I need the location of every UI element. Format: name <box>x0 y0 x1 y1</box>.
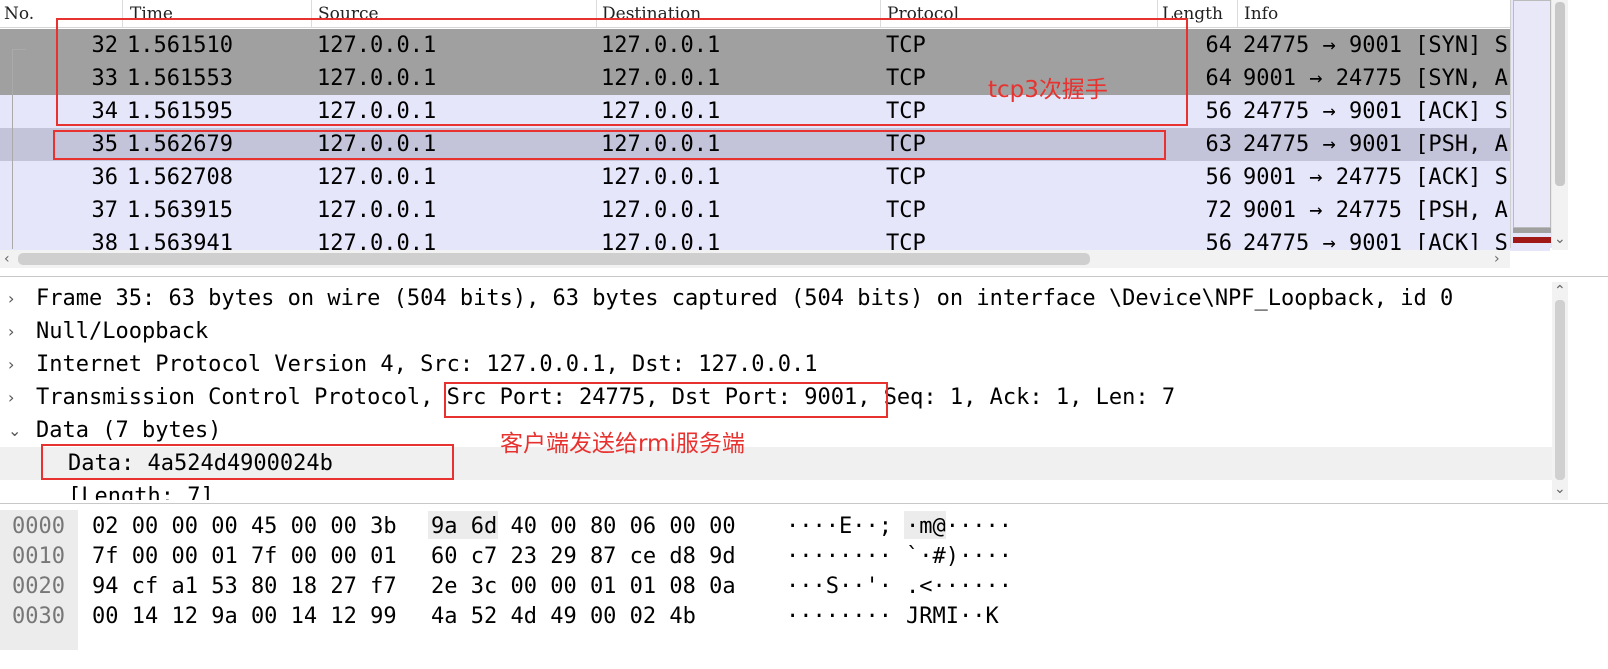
packet35-highlight-box <box>53 130 1166 160</box>
byte-offset: 0000 <box>12 514 65 539</box>
hex-bytes: 2e 3c 00 00 01 01 08 0a <box>431 574 736 599</box>
byte-offset: 0020 <box>12 574 65 599</box>
packet-list-hscrollbar[interactable]: ‹ › <box>0 250 1510 268</box>
minimap-marker <box>1513 237 1551 243</box>
expand-icon[interactable]: › <box>8 315 22 348</box>
pane-splitter[interactable] <box>0 276 1608 277</box>
ascii-bytes: ········ <box>786 604 892 629</box>
detail-text: Frame 35: 63 bytes on wire (504 bits), 6… <box>36 286 1454 311</box>
scroll-left-icon[interactable]: ‹ <box>4 252 10 266</box>
scroll-thumb[interactable] <box>18 253 1090 265</box>
hex-bytes: 00 14 12 9a 00 14 12 99 <box>92 604 397 629</box>
packet-info: 24775 → 9001 [SYN] S <box>1243 33 1508 58</box>
packet-row[interactable]: 38 1.563941 127.0.0.1 127.0.0.1 TCP 56 2… <box>0 227 1550 251</box>
ascii-bytes: ····E··; <box>786 514 892 539</box>
ports-highlight-box <box>444 382 888 418</box>
expand-icon[interactable]: › <box>8 381 22 414</box>
ascii-bytes: .<······ <box>906 574 1012 599</box>
packet-info: 24775 → 9001 [PSH, A <box>1243 132 1508 157</box>
detail-text: Data (7 bytes) <box>36 418 222 443</box>
minimap-viewport <box>1513 0 1551 228</box>
packet-length: 72 <box>1205 198 1233 223</box>
scroll-down-icon[interactable]: ⌄ <box>1554 482 1566 496</box>
scroll-right-icon[interactable]: › <box>1494 252 1500 266</box>
detail-row-loopback[interactable]: › Null/Loopback <box>0 315 1552 348</box>
packet-list-vscrollbar[interactable]: ⌄ <box>1552 0 1568 250</box>
scroll-up-icon[interactable]: ⌃ <box>1554 284 1566 298</box>
ascii-bytes: ···S··'· <box>786 574 892 599</box>
packet-info: 9001 → 24775 [ACK] S <box>1243 165 1508 190</box>
packet-minimap[interactable] <box>1510 0 1552 248</box>
bytes-row[interactable]: 0000 02 00 00 00 45 00 00 3b 9a 6d 40 00… <box>0 512 1560 542</box>
scroll-thumb[interactable] <box>1555 300 1565 480</box>
conversation-line <box>12 49 13 249</box>
hex-bytes: 7f 00 00 01 7f 00 00 01 <box>92 544 397 569</box>
expand-icon[interactable]: › <box>8 348 22 381</box>
packet-bytes[interactable]: 0000 02 00 00 00 45 00 00 3b 9a 6d 40 00… <box>0 510 1608 658</box>
packet-info: 24775 → 9001 [ACK] S <box>1243 231 1508 251</box>
bytes-row[interactable]: 0030 00 14 12 9a 00 14 12 99 4a 52 4d 49… <box>0 602 1560 632</box>
detail-text: Internet Protocol Version 4, Src: 127.0.… <box>36 352 818 377</box>
scroll-thumb[interactable] <box>1555 2 1565 186</box>
detail-row-data[interactable]: ⌄ Data (7 bytes) <box>0 414 1552 447</box>
expand-icon[interactable]: › <box>8 282 22 315</box>
ascii-bytes: ········ <box>786 544 892 569</box>
packet-info: 9001 → 24775 [PSH, A <box>1243 198 1508 223</box>
hex-bytes: 4a 52 4d 49 00 02 4b <box>431 604 696 629</box>
byte-offset: 0010 <box>12 544 65 569</box>
col-no[interactable]: No. <box>4 4 34 24</box>
packet-length: 56 <box>1205 165 1233 190</box>
pane-splitter[interactable] <box>0 503 1608 504</box>
details-vscrollbar[interactable]: ⌃ ⌄ <box>1552 282 1568 500</box>
minimap-band <box>1513 228 1551 233</box>
bytes-row[interactable]: 0020 94 cf a1 53 80 18 27 f7 2e 3c 00 00… <box>0 572 1560 602</box>
hex-bytes: 9a 6d 40 00 80 06 00 00 <box>431 514 736 539</box>
col-info[interactable]: Info <box>1244 4 1278 24</box>
collapse-icon[interactable]: ⌄ <box>8 414 22 447</box>
packet-info: 24775 → 9001 [ACK] S <box>1243 99 1508 124</box>
ascii-bytes: `·#)···· <box>906 544 1012 569</box>
packet-row[interactable]: 37 1.563915 127.0.0.1 127.0.0.1 TCP 72 9… <box>0 194 1550 227</box>
ascii-bytes: JRMI··K <box>906 604 999 629</box>
detail-row-ipv4[interactable]: › Internet Protocol Version 4, Src: 127.… <box>0 348 1552 381</box>
scroll-down-icon[interactable]: ⌄ <box>1554 232 1566 246</box>
packet-row[interactable]: 36 1.562708 127.0.0.1 127.0.0.1 TCP 56 9… <box>0 161 1550 194</box>
packet-length: 56 <box>1205 231 1233 251</box>
send-label: 客户端发送给rmi服务端 <box>500 431 745 457</box>
detail-row-frame[interactable]: › Frame 35: 63 bytes on wire (504 bits),… <box>0 282 1552 315</box>
detail-row-length[interactable]: [Length: 7] <box>0 480 1552 500</box>
hex-bytes: 60 c7 23 29 87 ce d8 9d <box>431 544 736 569</box>
conversation-tick <box>12 49 26 50</box>
byte-offset: 0030 <box>12 604 65 629</box>
handshake-label: tcp3次握手 <box>988 77 1108 103</box>
detail-text: Null/Loopback <box>36 319 209 344</box>
packet-info: 9001 → 24775 [SYN, A <box>1243 66 1508 91</box>
detail-text: [Length: 7] <box>68 484 214 500</box>
ascii-bytes: ·m@····· <box>906 514 1012 539</box>
data-highlight-box <box>41 444 454 480</box>
hex-bytes: 02 00 00 00 45 00 00 3b <box>92 514 397 539</box>
hex-bytes: 94 cf a1 53 80 18 27 f7 <box>92 574 397 599</box>
bytes-row[interactable]: 0010 7f 00 00 01 7f 00 00 01 60 c7 23 29… <box>0 542 1560 572</box>
